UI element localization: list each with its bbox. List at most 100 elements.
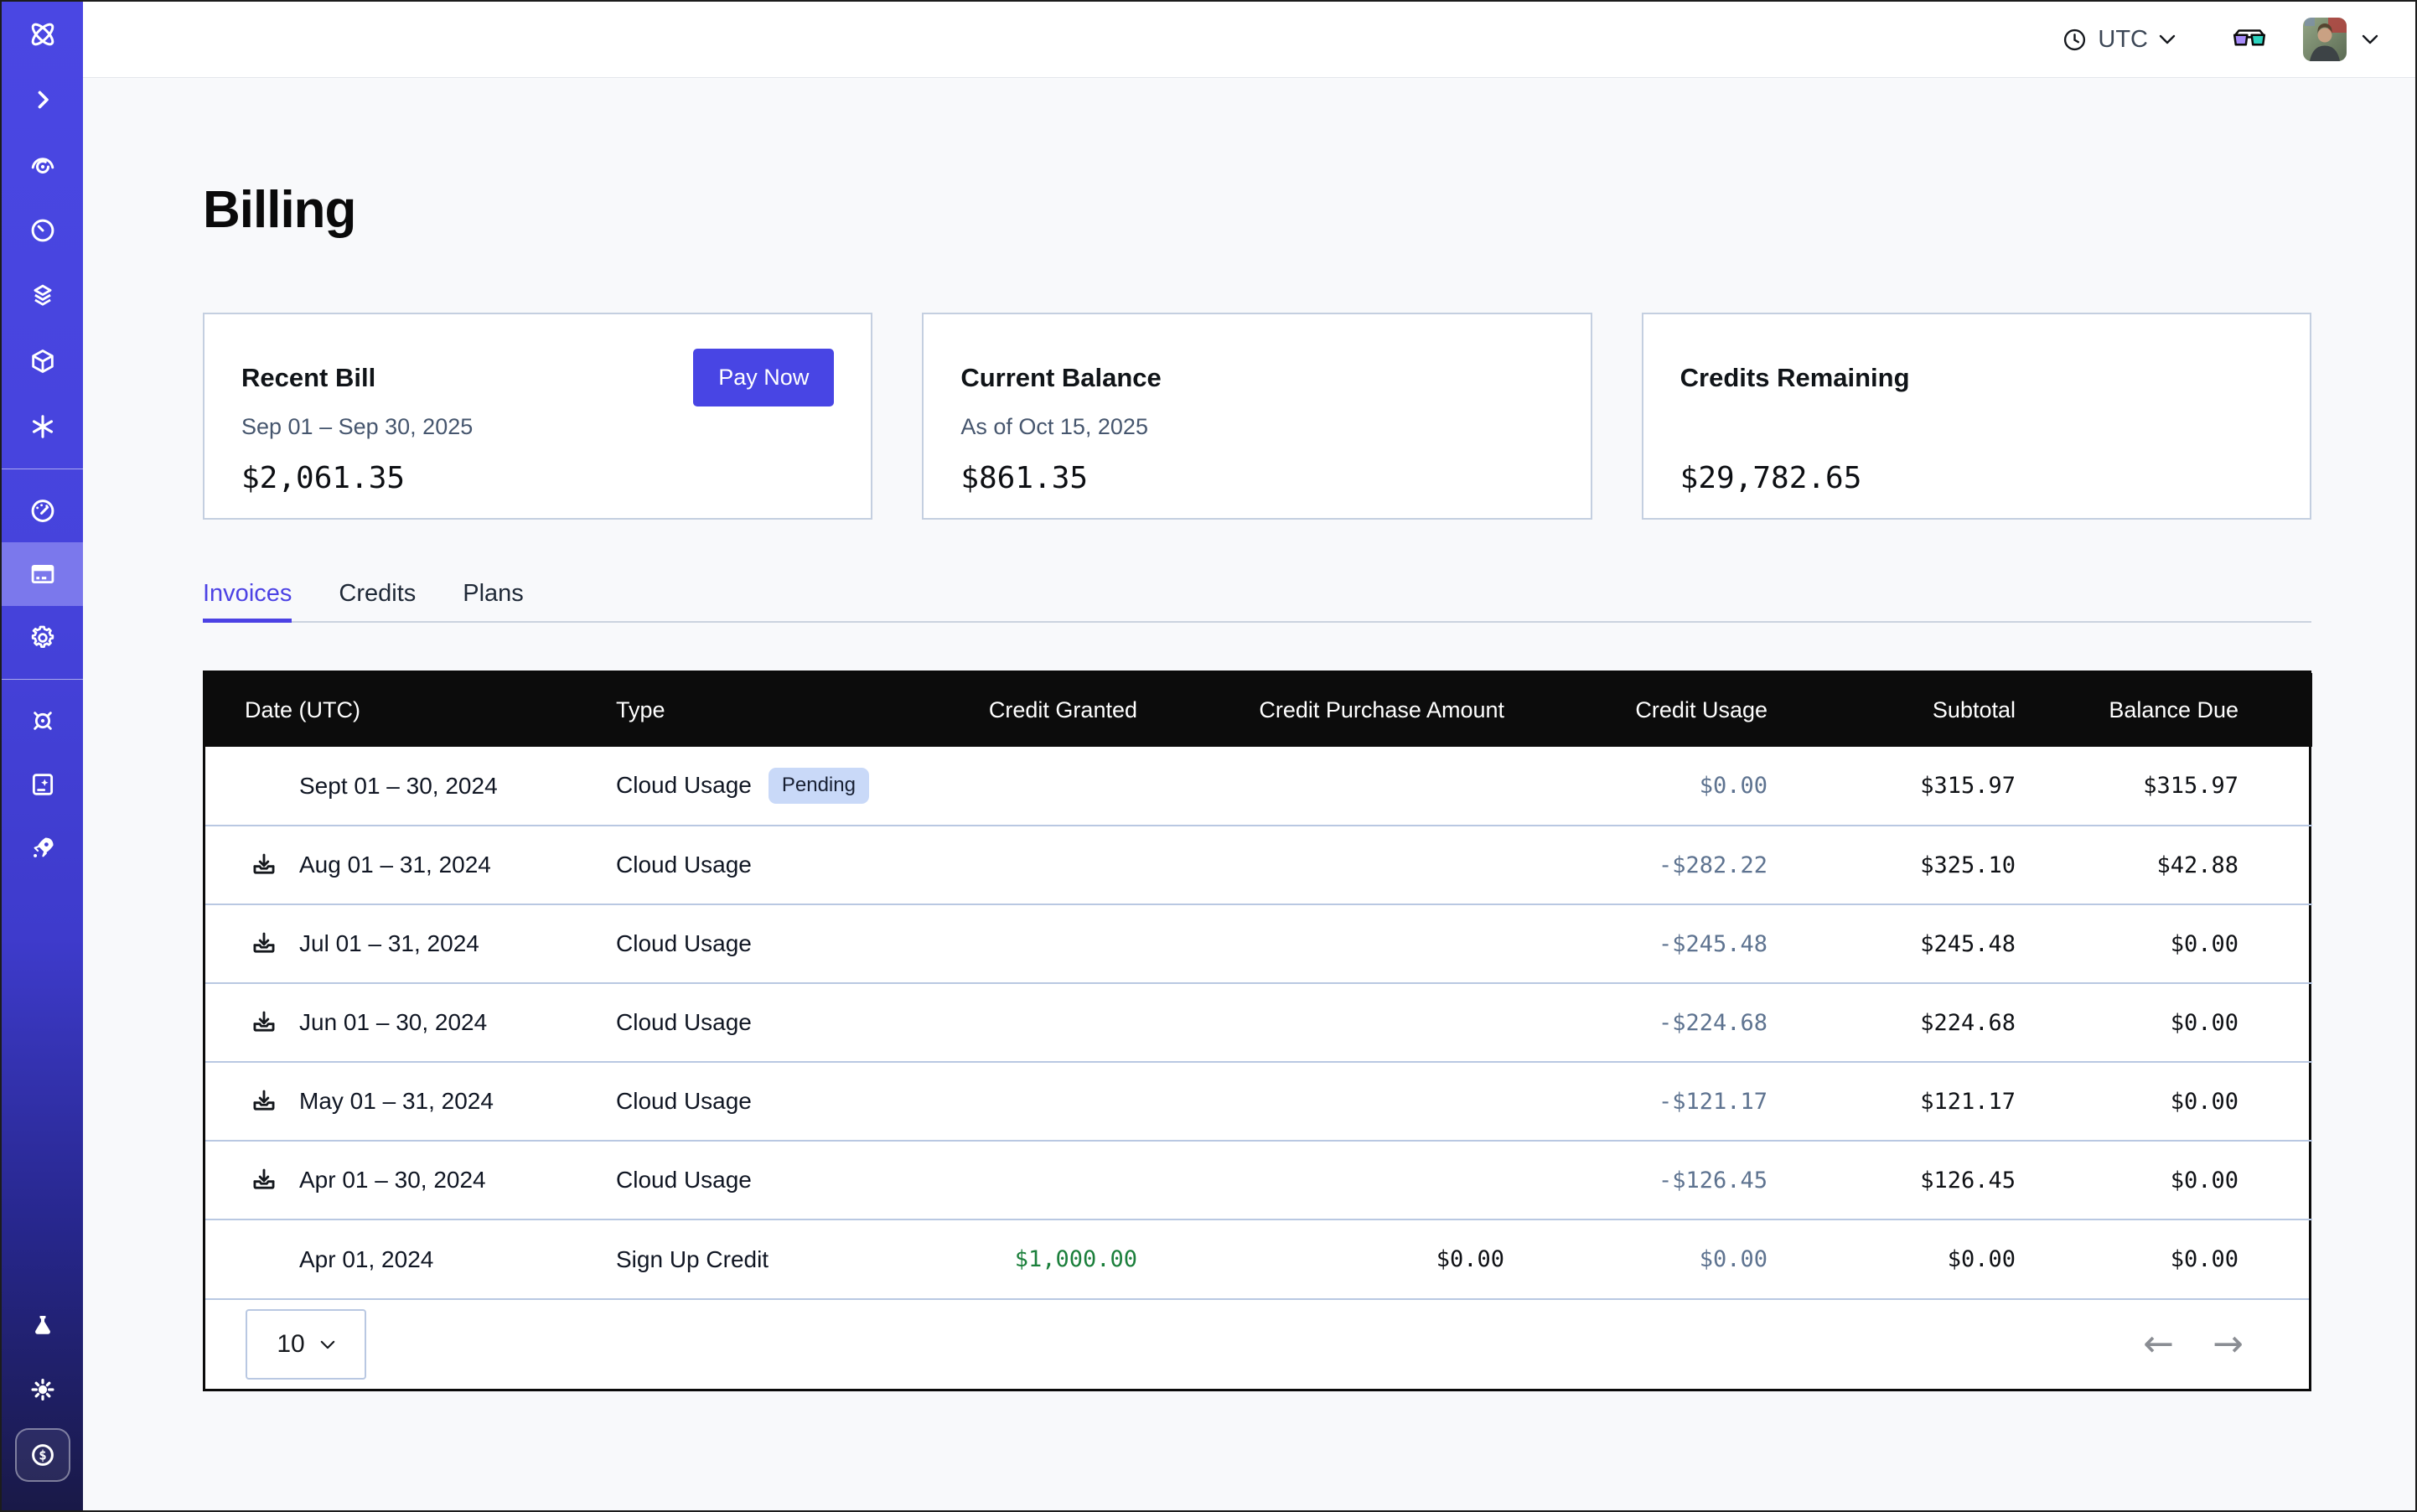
card-amount: $2,061.35 <box>241 461 834 495</box>
sidebar-item-containers[interactable] <box>2 329 83 394</box>
invoice-date: Apr 01 – 30, 2024 <box>299 1167 486 1194</box>
tab-invoices[interactable]: Invoices <box>203 580 292 621</box>
card-title: Recent Bill <box>241 363 375 393</box>
account-menu-chevron-icon[interactable] <box>2362 34 2378 44</box>
sidebar-item-onboarding[interactable] <box>2 816 83 880</box>
invoice-type: Cloud Usage <box>616 852 752 878</box>
table-header: Date (UTC) Type Credit Granted Credit Pu… <box>205 673 2312 747</box>
sidebar-item-settings[interactable] <box>2 606 83 670</box>
sidebar-item-usage[interactable] <box>2 479 83 542</box>
col-balance-due: Balance Due <box>2019 673 2312 747</box>
sidebar-item-labs[interactable] <box>2 1294 83 1358</box>
credit-purchase-cell <box>1144 904 1509 983</box>
prev-page-button[interactable]: ← <box>2143 1326 2174 1363</box>
billing-page: Billing Recent Bill Pay Now Sep 01 – Sep… <box>83 78 2415 1510</box>
credit-purchase-cell: $0.00 <box>1144 1219 1509 1298</box>
balance-due-cell: $42.88 <box>2019 826 2312 904</box>
col-credit-usage: Credit Usage <box>1509 673 1771 747</box>
user-avatar[interactable] <box>2303 18 2347 61</box>
recent-bill-card: Recent Bill Pay Now Sep 01 – Sep 30, 202… <box>203 313 872 520</box>
feature-preview-button[interactable] <box>2231 26 2268 53</box>
pay-now-button[interactable]: Pay Now <box>693 349 834 407</box>
sidebar-item-theme[interactable] <box>2 1358 83 1421</box>
sidebar-item-support[interactable] <box>2 689 83 753</box>
invoices-table: Date (UTC) Type Credit Granted Credit Pu… <box>203 671 2311 1391</box>
sidebar-item-observability[interactable] <box>2 132 83 198</box>
sidebar: $ <box>2 2 83 1510</box>
subtotal-cell: $325.10 <box>1771 826 2019 904</box>
credit-granted-cell <box>943 904 1144 983</box>
sidebar-item-billing[interactable] <box>2 542 83 606</box>
download-invoice-icon[interactable] <box>250 1087 280 1116</box>
balance-due-cell: $0.00 <box>2019 904 2312 983</box>
planet-logo-icon <box>26 18 60 51</box>
page-size-select[interactable]: 10 <box>246 1309 366 1380</box>
card-subtitle <box>1680 414 2273 443</box>
rocket-icon <box>28 834 57 862</box>
spiral-eye-icon <box>28 151 57 179</box>
invoice-type: Sign Up Credit <box>616 1246 769 1273</box>
subtotal-cell: $245.48 <box>1771 904 2019 983</box>
sidebar-item-history[interactable] <box>2 198 83 263</box>
credit-usage-cell: -$224.68 <box>1509 983 1771 1062</box>
credit-purchase-cell <box>1144 983 1509 1062</box>
credit-purchase-cell <box>1144 826 1509 904</box>
credit-granted-cell <box>943 983 1144 1062</box>
status-badge: Pending <box>769 768 869 804</box>
invoice-type: Cloud Usage <box>616 772 752 799</box>
credit-granted-cell <box>943 1141 1144 1219</box>
table-row[interactable]: Apr 01 – 30, 2024 Cloud Usage -$126.45 $… <box>205 1141 2312 1219</box>
table-row[interactable]: Sept 01 – 30, 2024 Cloud Usage Pending $… <box>205 747 2312 826</box>
credits-remaining-card: Credits Remaining $29,782.65 <box>1642 313 2311 520</box>
sidebar-item-layers[interactable] <box>2 263 83 329</box>
billing-tabs: Invoices Credits Plans <box>203 580 2311 623</box>
download-invoice-icon[interactable] <box>250 851 280 879</box>
current-balance-card: Current Balance As of Oct 15, 2025 $861.… <box>922 313 1591 520</box>
app-logo[interactable] <box>2 2 83 67</box>
sun-icon <box>28 1375 57 1404</box>
sidebar-item-docs[interactable] <box>2 753 83 816</box>
subtotal-cell: $121.17 <box>1771 1062 2019 1141</box>
chevron-down-icon <box>2159 34 2176 44</box>
invoice-type: Cloud Usage <box>616 930 752 957</box>
invoice-date: Jun 01 – 30, 2024 <box>299 1009 487 1036</box>
download-invoice-icon[interactable] <box>250 929 280 958</box>
tab-plans[interactable]: Plans <box>463 580 524 621</box>
sidebar-item-secrets[interactable] <box>2 394 83 459</box>
invoice-date: Sept 01 – 30, 2024 <box>299 773 498 800</box>
timezone-label: UTC <box>2098 26 2148 54</box>
credit-purchase-cell <box>1144 747 1509 826</box>
next-page-button[interactable]: → <box>2213 1326 2244 1363</box>
sidebar-item-shell[interactable] <box>2 67 83 132</box>
page-title: Billing <box>203 78 2311 239</box>
helm-wheel-icon <box>28 707 57 735</box>
card-amount: $861.35 <box>960 461 1553 495</box>
invoice-type: Cloud Usage <box>616 1167 752 1194</box>
table-row[interactable]: May 01 – 31, 2024 Cloud Usage -$121.17 $… <box>205 1062 2312 1141</box>
table-row[interactable]: Apr 01, 2024 Sign Up Credit $1,000.00 $0… <box>205 1219 2312 1298</box>
card-title: Credits Remaining <box>1680 363 1910 393</box>
col-type: Type <box>616 673 943 747</box>
subtotal-cell: $126.45 <box>1771 1141 2019 1219</box>
balance-due-cell: $0.00 <box>2019 1062 2312 1141</box>
balance-due-cell: $0.00 <box>2019 1141 2312 1219</box>
credit-granted-cell: $1,000.00 <box>943 1219 1144 1298</box>
credit-usage-cell: $0.00 <box>1509 747 1771 826</box>
sidebar-bottom-group: $ <box>2 1294 83 1510</box>
balance-due-cell: $0.00 <box>2019 983 2312 1062</box>
card-subtitle: As of Oct 15, 2025 <box>960 414 1553 443</box>
tab-credits[interactable]: Credits <box>339 580 416 621</box>
col-credit-purchase: Credit Purchase Amount <box>1144 673 1509 747</box>
table-row[interactable]: Aug 01 – 31, 2024 Cloud Usage -$282.22 $… <box>205 826 2312 904</box>
pagination: ← → <box>2143 1326 2244 1363</box>
credit-granted-cell <box>943 1062 1144 1141</box>
subtotal-cell: $0.00 <box>1771 1219 2019 1298</box>
table-row[interactable]: Jun 01 – 30, 2024 Cloud Usage -$224.68 $… <box>205 983 2312 1062</box>
credits-button[interactable]: $ <box>15 1428 70 1482</box>
layers-icon <box>28 282 57 310</box>
download-invoice-icon[interactable] <box>250 1008 280 1037</box>
download-invoice-icon[interactable] <box>250 1166 280 1194</box>
invoice-date: May 01 – 31, 2024 <box>299 1088 494 1115</box>
table-row[interactable]: Jul 01 – 31, 2024 Cloud Usage -$245.48 $… <box>205 904 2312 983</box>
timezone-selector[interactable]: UTC <box>2062 26 2176 54</box>
